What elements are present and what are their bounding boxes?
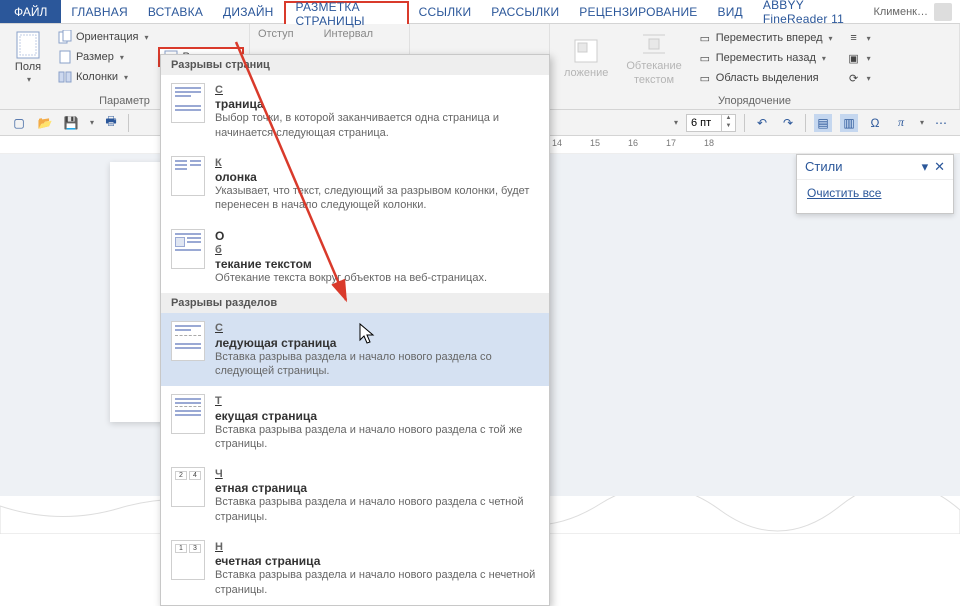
separator: [128, 114, 129, 132]
breaks-gallery: Разрывы страниц СтраницаВыбор точки, в к…: [160, 54, 550, 606]
user-area[interactable]: Клименк…: [865, 0, 960, 23]
chevron-down-icon[interactable]: ▾: [920, 118, 924, 127]
group-button[interactable]: ▣▾: [843, 49, 875, 67]
gallery-item-even-page[interactable]: 24 Четная страницаВставка разрыва раздел…: [161, 459, 549, 532]
styles-pane: Стили ▾ ✕ Очистить все: [796, 154, 954, 214]
thumb-icon: [171, 156, 205, 196]
qat-more-icon[interactable]: ⋯: [932, 114, 950, 132]
rotate-icon: ⟳: [847, 71, 861, 85]
menu-tabs: ФАЙЛ ГЛАВНАЯ ВСТАВКА ДИЗАЙН РАЗМЕТКА СТР…: [0, 0, 960, 24]
forward-icon: ▭: [698, 31, 712, 45]
ruler-mark: 14: [552, 138, 562, 148]
tab-insert[interactable]: ВСТАВКА: [138, 0, 213, 23]
gallery-item-odd-page[interactable]: 13 Нечетная страницаВставка разрыва разд…: [161, 532, 549, 605]
ruler-mark: 15: [590, 138, 600, 148]
qat-save-icon[interactable]: 💾: [62, 114, 80, 132]
thumb-icon: [171, 229, 205, 269]
ribbon-group-arrange: ложение Обтекание текстом ▭Переместить в…: [550, 24, 960, 109]
thumb-icon: 13: [171, 540, 205, 580]
tab-file[interactable]: ФАЙЛ: [0, 0, 61, 23]
tab-home[interactable]: ГЛАВНАЯ: [61, 0, 137, 23]
step-down-icon[interactable]: ▼: [721, 123, 735, 131]
margins-button[interactable]: Поля ▾: [8, 29, 48, 86]
chevron-down-icon: ▾: [27, 75, 31, 84]
gallery-item-column[interactable]: КолонкаУказывает, что текст, следующий з…: [161, 148, 549, 221]
thumb-icon: [171, 321, 205, 361]
spacing-input[interactable]: [687, 117, 721, 129]
thumb-icon: [171, 394, 205, 434]
ruler-mark: 18: [704, 138, 714, 148]
qat-view2-icon[interactable]: ▥: [840, 114, 858, 132]
gallery-item-next-page[interactable]: Следующая страницаВставка разрыва раздел…: [161, 313, 549, 386]
gallery-item-page[interactable]: СтраницаВыбор точки, в которой заканчива…: [161, 75, 549, 148]
orientation-button[interactable]: Ориентация▾: [54, 28, 152, 46]
qat-redo-icon[interactable]: ↷: [779, 114, 797, 132]
indent-label: Отступ: [258, 28, 294, 40]
send-backward-button[interactable]: ▭Переместить назад▾: [694, 49, 837, 67]
position-icon: [572, 37, 600, 65]
spacing-stepper[interactable]: ▲▼: [686, 114, 736, 132]
thumb-icon: 24: [171, 467, 205, 507]
styles-clear-link[interactable]: Очистить все: [797, 180, 953, 206]
tab-mailings[interactable]: РАССЫЛКИ: [481, 0, 569, 23]
size-button[interactable]: Размер▾: [54, 48, 152, 66]
qat-view1-icon[interactable]: ▤: [814, 114, 832, 132]
bring-forward-button[interactable]: ▭Переместить вперед▾: [694, 29, 837, 47]
qat-open-icon[interactable]: 📂: [36, 114, 54, 132]
ruler-mark: 17: [666, 138, 676, 148]
close-icon[interactable]: ✕: [934, 159, 945, 175]
qat-undo-icon[interactable]: ↶: [753, 114, 771, 132]
avatar: [934, 3, 952, 21]
styles-dropdown-icon[interactable]: ▾: [922, 159, 929, 175]
wrap-button[interactable]: Обтекание текстом: [620, 28, 687, 88]
qat-omega-icon[interactable]: Ω: [866, 114, 884, 132]
gallery-header-page-breaks: Разрывы страниц: [161, 55, 549, 75]
chevron-down-icon[interactable]: ▾: [90, 118, 94, 127]
qat-equation-icon[interactable]: π: [892, 114, 910, 132]
size-icon: [58, 50, 72, 64]
rotate-button[interactable]: ⟳▾: [843, 69, 875, 87]
interval-label: Интервал: [324, 28, 373, 40]
tab-view[interactable]: ВИД: [708, 0, 753, 23]
orientation-icon: [58, 30, 72, 44]
columns-button[interactable]: Колонки▾: [54, 68, 152, 86]
columns-icon: [58, 70, 72, 84]
qat-new-icon[interactable]: ▢: [10, 114, 28, 132]
styles-title: Стили: [805, 159, 842, 175]
tab-abbyy[interactable]: ABBYY FineReader 11: [753, 0, 866, 23]
selection-pane-button[interactable]: ▭Область выделения: [694, 69, 837, 87]
tab-design[interactable]: ДИЗАЙН: [213, 0, 284, 23]
thumb-icon: [171, 83, 205, 123]
tab-review[interactable]: РЕЦЕНЗИРОВАНИЕ: [569, 0, 707, 23]
qat-print-icon[interactable]: 🖶: [102, 114, 120, 132]
separator: [744, 114, 745, 132]
align-icon: ≡: [847, 31, 861, 45]
margins-icon: [14, 31, 42, 59]
gallery-header-section-breaks: Разрывы разделов: [161, 293, 549, 313]
chevron-down-icon[interactable]: ▾: [674, 118, 678, 127]
wrap-icon: [640, 30, 668, 58]
align-button[interactable]: ≡▾: [843, 29, 875, 47]
step-up-icon[interactable]: ▲: [721, 115, 735, 123]
user-name: Клименк…: [873, 6, 928, 18]
group-label-arrange: Упорядочение: [550, 95, 959, 107]
margins-label: Поля: [15, 61, 41, 73]
group-icon: ▣: [847, 51, 861, 65]
tab-page-layout[interactable]: РАЗМЕТКА СТРАНИЦЫ: [284, 1, 409, 24]
backward-icon: ▭: [698, 51, 712, 65]
separator: [805, 114, 806, 132]
selection-icon: ▭: [698, 71, 712, 85]
gallery-item-text-wrap[interactable]: Обтекание текстомОбтекание текста вокруг…: [161, 221, 549, 294]
ruler-mark: 16: [628, 138, 638, 148]
position-button[interactable]: ложение: [558, 35, 614, 81]
tab-references[interactable]: ССЫЛКИ: [409, 0, 482, 23]
gallery-item-continuous[interactable]: Текущая страницаВставка разрыва раздела …: [161, 386, 549, 459]
